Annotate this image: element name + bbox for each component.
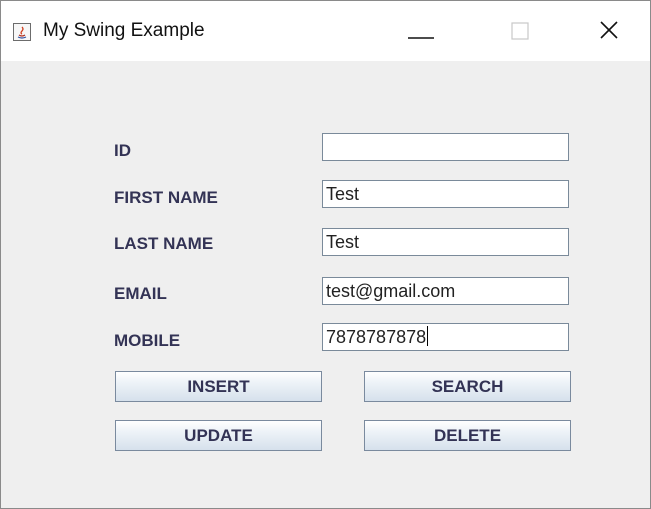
maximize-button[interactable] bbox=[491, 11, 551, 51]
last-name-field[interactable]: Test bbox=[322, 228, 569, 256]
first-name-label: FIRST NAME bbox=[114, 188, 218, 207]
email-label: EMAIL bbox=[114, 284, 167, 303]
java-app-icon[interactable] bbox=[13, 23, 31, 41]
mobile-field-value: 7878787878 bbox=[326, 327, 427, 347]
mobile-field[interactable]: 7878787878 bbox=[322, 323, 569, 351]
id-field[interactable] bbox=[322, 133, 569, 161]
id-label: ID bbox=[114, 141, 131, 160]
form-panel: ID FIRST NAME Test LAST NAME Test EMAIL … bbox=[1, 61, 650, 508]
update-button[interactable]: UPDATE bbox=[115, 420, 322, 451]
first-name-field[interactable]: Test bbox=[322, 180, 569, 208]
minimize-button[interactable] bbox=[391, 11, 451, 51]
close-button[interactable] bbox=[579, 11, 639, 51]
close-icon bbox=[600, 21, 618, 39]
delete-button[interactable]: DELETE bbox=[364, 420, 571, 451]
last-name-label: LAST NAME bbox=[114, 234, 214, 253]
maximize-icon bbox=[511, 22, 529, 40]
text-caret bbox=[427, 326, 429, 346]
insert-button[interactable]: INSERT bbox=[115, 371, 322, 402]
mobile-label: MOBILE bbox=[114, 331, 181, 350]
search-button[interactable]: SEARCH bbox=[364, 371, 571, 402]
email-field[interactable]: test@gmail.com bbox=[322, 277, 569, 305]
minimize-icon bbox=[408, 37, 434, 39]
window-title: My Swing Example bbox=[43, 20, 205, 41]
app-window: My Swing Example ID FIRST NAME Test LAST… bbox=[0, 0, 651, 509]
title-bar[interactable]: My Swing Example bbox=[1, 1, 650, 61]
